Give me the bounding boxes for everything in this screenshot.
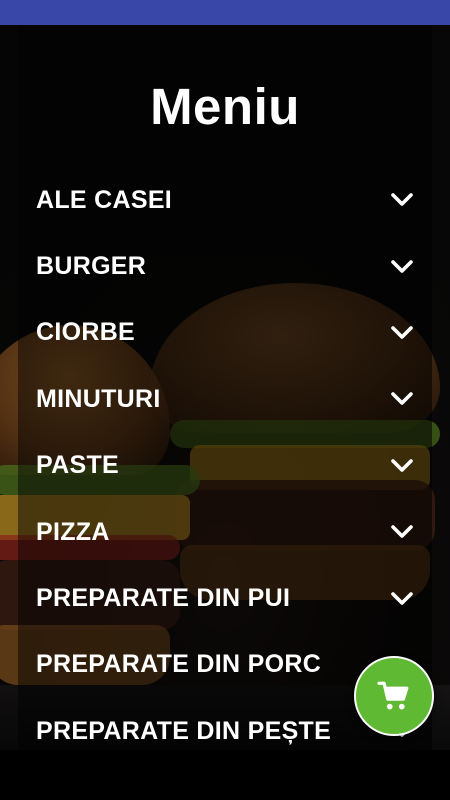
chevron-down-icon[interactable] [390, 587, 414, 611]
page-title: Meniu [150, 78, 300, 135]
menu-category-label: PREPARATE DIN PORC [36, 650, 322, 679]
menu-category-label: ALE CASEI [36, 185, 173, 214]
chevron-down-icon[interactable] [390, 454, 414, 478]
chevron-down-icon[interactable] [390, 520, 414, 544]
menu-category-preparate-din-pui[interactable]: PREPARATE DIN PUI [0, 565, 450, 631]
menu-category-label: PIZZA [36, 517, 110, 546]
menu-category-label: BURGER [36, 252, 147, 281]
menu-screen: Meniu ALE CASEI BURGER CIORBE MINUTURI P… [0, 25, 450, 750]
shopping-cart-icon [377, 679, 411, 713]
menu-category-label: PASTE [36, 451, 119, 480]
status-bar [0, 0, 450, 25]
menu-category-pizza[interactable]: PIZZA [0, 499, 450, 565]
menu-category-paste[interactable]: PASTE [0, 433, 450, 499]
menu-category-label: CIORBE [36, 318, 136, 347]
menu-category-burger[interactable]: BURGER [0, 233, 450, 299]
chevron-down-icon[interactable] [390, 255, 414, 279]
cart-button[interactable] [354, 656, 434, 736]
menu-category-label: PREPARATE DIN PEȘTE [36, 716, 332, 745]
chevron-down-icon[interactable] [390, 321, 414, 345]
menu-category-ciorbe[interactable]: CIORBE [0, 300, 450, 366]
menu-category-minuturi[interactable]: MINUTURI [0, 366, 450, 432]
menu-category-label: PREPARATE DIN PUI [36, 584, 291, 613]
chevron-down-icon[interactable] [390, 387, 414, 411]
menu-category-label: MINUTURI [36, 384, 161, 413]
menu-category-ale-casei[interactable]: ALE CASEI [0, 167, 450, 233]
navigation-bar [0, 750, 450, 800]
chevron-down-icon[interactable] [390, 188, 414, 212]
